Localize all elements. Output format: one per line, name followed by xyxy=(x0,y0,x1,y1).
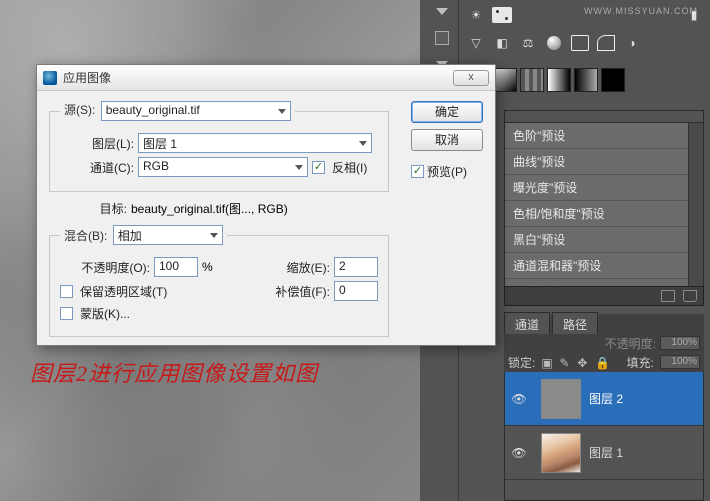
new-icon[interactable] xyxy=(661,290,675,302)
source-legend: 源(S): xyxy=(64,103,95,117)
layer-label: 图层(L): xyxy=(60,135,134,152)
swatch-icon[interactable] xyxy=(520,68,544,92)
layer-name: 图层 2 xyxy=(589,390,623,407)
layer-row[interactable]: 👁 图层 2 xyxy=(505,372,703,426)
top-icon-area: WWW.MISSYUAN.COM ☀ ▮ ▽ ◧ ⚖ ◑ xyxy=(460,4,704,92)
presets-header xyxy=(505,111,703,123)
layers-panel: 👁 图层 2 👁 图层 1 xyxy=(504,372,704,501)
lock-label: 锁定: xyxy=(508,354,535,371)
preset-item[interactable]: 色阶"预设 xyxy=(505,123,703,149)
opacity-row: 不透明度: 100% xyxy=(504,334,704,352)
invert-label: 反相(I) xyxy=(332,159,367,176)
preserve-checkbox[interactable] xyxy=(60,285,73,298)
watermark: WWW.MISSYUAN.COM xyxy=(584,6,698,16)
tab-channels[interactable]: 通道 xyxy=(504,312,550,336)
scrollbar[interactable] xyxy=(688,123,703,287)
opacity-input[interactable]: 100 xyxy=(154,257,198,277)
fill-field[interactable]: 100% xyxy=(660,355,700,369)
expand-icon[interactable] xyxy=(436,8,448,15)
tab-paths[interactable]: 路径 xyxy=(552,312,598,336)
target-label: 目标: xyxy=(49,200,127,217)
preset-list: 色阶"预设 曲线"预设 曝光度"预设 色相/饱和度"预设 黑白"预设 通道混和器… xyxy=(505,123,703,287)
preset-item[interactable]: 曝光度"预设 xyxy=(505,175,703,201)
curves-icon[interactable]: ◧ xyxy=(492,34,512,52)
levels-icon[interactable]: ▽ xyxy=(466,34,486,52)
lock-transparent-icon[interactable]: ▣ xyxy=(541,356,553,368)
mask-checkbox[interactable] xyxy=(60,307,73,320)
source-dropdown[interactable]: beauty_original.tif xyxy=(101,101,291,121)
square-icon[interactable] xyxy=(570,34,590,52)
preset-item[interactable]: 黑白"预设 xyxy=(505,227,703,253)
swatch-icon[interactable] xyxy=(547,68,571,92)
lock-icon[interactable]: 🔒 xyxy=(595,356,607,368)
ok-button[interactable]: 确定 xyxy=(411,101,483,123)
opacity-field[interactable]: 100% xyxy=(660,336,700,350)
offset-input[interactable]: 0 xyxy=(334,281,378,301)
layer-thumbnail[interactable] xyxy=(541,379,581,419)
mask-label: 蒙版(K)... xyxy=(80,305,130,322)
trash-icon[interactable] xyxy=(683,290,697,302)
shape-icon[interactable] xyxy=(596,34,616,52)
channel-label: 通道(C): xyxy=(60,159,134,176)
invert-checkbox[interactable]: ✓ xyxy=(312,161,325,174)
opacity-label: 不透明度(O): xyxy=(60,259,150,276)
swatch-icon[interactable] xyxy=(601,68,625,92)
blend-legend: 混合(B): xyxy=(64,229,107,243)
close-button[interactable]: x xyxy=(453,70,489,86)
scale-label: 缩放(E): xyxy=(287,259,330,276)
preset-item[interactable]: 曲线"预设 xyxy=(505,149,703,175)
dialog-title: 应用图像 xyxy=(63,69,453,86)
cancel-button[interactable]: 取消 xyxy=(411,129,483,151)
sun-icon[interactable]: ☀ xyxy=(466,6,486,24)
swatch-icon[interactable] xyxy=(574,68,598,92)
opacity-unit: % xyxy=(202,260,213,274)
preserve-label: 保留透明区域(T) xyxy=(80,283,167,300)
presets-panel: 色阶"预设 曲线"预设 曝光度"预设 色相/饱和度"预设 黑白"预设 通道混和器… xyxy=(504,110,704,288)
layer-row[interactable]: 👁 图层 1 xyxy=(505,426,703,480)
layer-dropdown[interactable]: 图层 1 xyxy=(138,133,372,153)
preset-item[interactable]: 通道混和器"预设 xyxy=(505,253,703,279)
swatch-icon[interactable] xyxy=(493,68,517,92)
visibility-icon[interactable]: 👁 xyxy=(505,446,533,460)
panel-tabs: 通道 路径 xyxy=(504,314,704,334)
tool-slot-icon[interactable] xyxy=(435,31,449,45)
panel-footer xyxy=(504,286,704,306)
preview-label: 预览(P) xyxy=(427,163,467,180)
overlap-icon[interactable]: ◑ xyxy=(622,34,642,52)
titlebar[interactable]: 应用图像 x xyxy=(37,65,495,91)
fill-label: 填充: xyxy=(627,354,654,371)
channel-dropdown[interactable]: RGB xyxy=(138,157,308,177)
move-icon[interactable]: ✥ xyxy=(577,356,589,368)
blend-dropdown[interactable]: 相加 xyxy=(113,225,223,245)
target-value: beauty_original.tif(图..., RGB) xyxy=(131,200,288,217)
balance-icon[interactable]: ⚖ xyxy=(518,34,538,52)
swatch-row xyxy=(460,68,704,92)
brush-icon[interactable]: ✎ xyxy=(559,356,571,368)
dots-icon[interactable] xyxy=(492,6,512,24)
offset-label: 补偿值(F): xyxy=(275,283,330,300)
opacity-label: 不透明度: xyxy=(605,335,656,352)
preset-item[interactable]: 色相/饱和度"预设 xyxy=(505,201,703,227)
apply-image-dialog: 应用图像 x 确定 取消 ✓ 预览(P) 源(S): beauty_origin… xyxy=(36,64,496,346)
annotation-text: 图层2进行应用图像设置如图 xyxy=(30,356,318,388)
layer-name: 图层 1 xyxy=(589,444,623,461)
sphere-icon[interactable] xyxy=(544,34,564,52)
app-icon xyxy=(43,71,57,85)
scale-input[interactable]: 2 xyxy=(334,257,378,277)
layer-thumbnail[interactable] xyxy=(541,433,581,473)
visibility-icon[interactable]: 👁 xyxy=(505,392,533,406)
lock-row: 锁定: ▣ ✎ ✥ 🔒 填充: 100% xyxy=(504,352,704,372)
preview-checkbox[interactable]: ✓ xyxy=(411,165,424,178)
